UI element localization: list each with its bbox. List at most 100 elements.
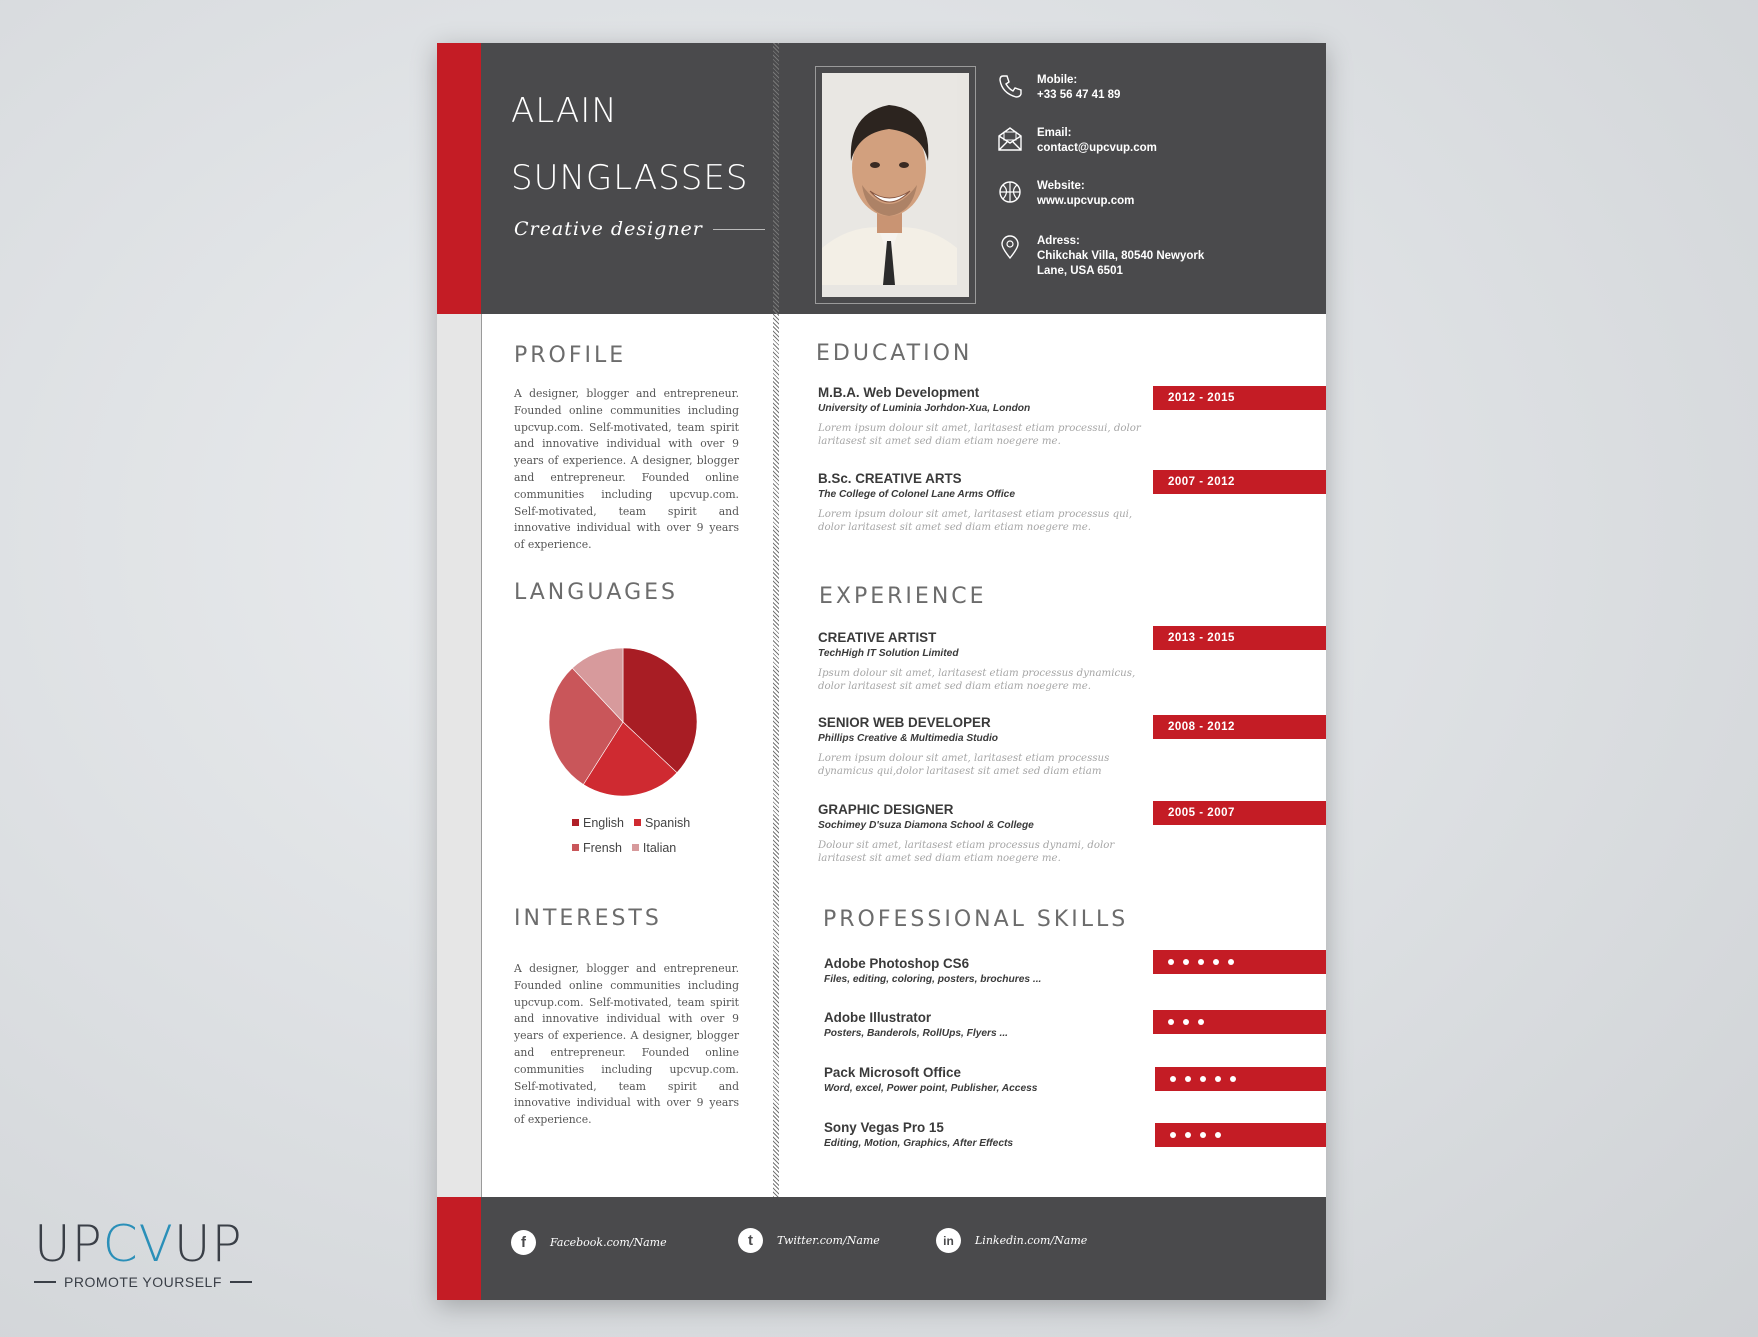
education-item: B.Sc. CREATIVE ARTS The College of Colon…	[818, 470, 1148, 534]
globe-icon	[999, 181, 1021, 203]
resume-sheet: ALAIN SUNGLASSES Creative designer Mobil…	[437, 43, 1326, 1300]
skill-dot	[1213, 959, 1219, 965]
logo-part-highlight: CV	[102, 1215, 174, 1273]
experience-desc: Ipsum dolour sit amet, laritasest etiam …	[818, 668, 1136, 692]
skill-name: Pack Microsoft Office	[824, 1065, 961, 1080]
social-label[interactable]: Twitter.com/Name	[777, 1234, 880, 1247]
skill-details: Files, editing, coloring, posters, broch…	[824, 974, 1042, 985]
skill-dot	[1168, 959, 1174, 965]
accent-bar-bottom	[437, 1197, 481, 1300]
skill-details: Word, excel, Power point, Publisher, Acc…	[824, 1083, 1038, 1094]
education-degree: B.Sc. CREATIVE ARTS	[818, 471, 962, 486]
experience-dates-badge: 2008 - 2012	[1153, 715, 1326, 739]
experience-item: GRAPHIC DESIGNER Sochimey D'suza Diamona…	[818, 801, 1148, 865]
interests-heading: INTERESTS	[514, 906, 662, 931]
first-name: ALAIN	[511, 91, 618, 131]
skill-dot	[1198, 1019, 1204, 1025]
experience-company: TechHigh IT Solution Limited	[818, 648, 959, 659]
skill-dot	[1198, 959, 1204, 965]
legend-entry-frensh: Frensh	[572, 841, 622, 855]
last-name: SUNGLASSES	[511, 158, 749, 198]
facebook-icon: f	[511, 1230, 536, 1255]
skill-dot	[1185, 1076, 1191, 1082]
experience-desc: Lorem ipsum dolour sit amet, laritasest …	[818, 753, 1110, 777]
logo-part: UP	[173, 1215, 243, 1273]
education-school: University of Luminia Jorhdon-Xua, Londo…	[818, 403, 1031, 414]
location-pin-icon	[1001, 235, 1019, 260]
twitter-icon: t	[738, 1228, 763, 1253]
education-desc: Lorem ipsum dolour sit amet, laritasest …	[818, 423, 1141, 447]
brand-logo: UPCVUP PROMOTE YOURSELF	[34, 1218, 252, 1290]
skill-dot	[1200, 1132, 1206, 1138]
contact-label: Website:	[1037, 180, 1085, 192]
experience-dates-badge: 2005 - 2007	[1153, 801, 1326, 825]
skill-dot	[1215, 1132, 1221, 1138]
phone-icon	[999, 75, 1022, 98]
skill-level-bar	[1153, 950, 1326, 974]
languages-heading: LANGUAGES	[514, 580, 678, 605]
legend-label: Italian	[642, 840, 677, 855]
column-divider	[773, 43, 779, 1197]
skill-dot	[1228, 959, 1234, 965]
experience-item: CREATIVE ARTIST TechHigh IT Solution Lim…	[818, 629, 1148, 693]
skill-dot	[1215, 1076, 1221, 1082]
legend-label: Frensh	[583, 840, 622, 855]
role-underline	[712, 228, 765, 230]
logo-part: UP	[34, 1215, 103, 1273]
skill-dot	[1170, 1076, 1176, 1082]
portrait-illustration	[822, 73, 957, 285]
skill-level-bar	[1153, 1010, 1326, 1034]
skill-name: Sony Vegas Pro 15	[824, 1120, 944, 1135]
languages-pie-chart	[548, 647, 698, 797]
social-facebook[interactable]: f Facebook.com/Name	[511, 1230, 667, 1255]
social-label[interactable]: Facebook.com/Name	[550, 1236, 667, 1249]
experience-role: SENIOR WEB DEVELOPER	[818, 715, 991, 730]
skill-dots	[1168, 1010, 1326, 1034]
skill-dot	[1185, 1132, 1191, 1138]
skill-item: Adobe Illustrator Posters, Banderols, Ro…	[824, 1009, 1154, 1042]
interests-text: A designer, blogger and entrepreneur. Fo…	[514, 962, 739, 1127]
experience-desc: Dolour sit amet, laritasest etiam proces…	[818, 840, 1115, 864]
skill-dot	[1183, 1019, 1189, 1025]
skill-level-bar	[1155, 1067, 1326, 1091]
contact-website: Website: www.upcvup.com	[997, 179, 1134, 209]
skill-dots	[1168, 950, 1326, 974]
skill-dot	[1200, 1076, 1206, 1082]
legend-label: Spanish	[645, 815, 691, 830]
skill-dot	[1183, 959, 1189, 965]
skill-dot	[1170, 1132, 1176, 1138]
languages-legend: English Spanish Frensh Italian	[572, 810, 712, 860]
logo-tagline-row: PROMOTE YOURSELF	[34, 1274, 252, 1290]
profile-heading: PROFILE	[514, 343, 627, 368]
contact-value[interactable]: contact@upcvup.com	[1037, 141, 1157, 156]
skill-dot	[1230, 1076, 1236, 1082]
accent-bar-top	[437, 43, 481, 314]
skill-dots	[1170, 1067, 1326, 1091]
experience-heading: EXPERIENCE	[819, 584, 987, 609]
experience-role: GRAPHIC DESIGNER	[818, 802, 954, 817]
experience-company: Phillips Creative & Multimedia Studio	[818, 733, 999, 744]
contact-value: +33 56 47 41 89	[1037, 89, 1121, 101]
skill-dots	[1170, 1123, 1326, 1147]
profile-photo	[822, 73, 969, 297]
contact-address: Adress: Chikchak Villa, 80540 Newyork La…	[997, 234, 1217, 279]
profile-photo-frame	[815, 66, 976, 304]
experience-item: SENIOR WEB DEVELOPER Phillips Creative &…	[818, 714, 1148, 778]
contact-mobile: Mobile: +33 56 47 41 89	[997, 73, 1120, 103]
experience-dates-badge: 2013 - 2015	[1153, 626, 1326, 650]
skill-item: Adobe Photoshop CS6 Files, editing, colo…	[824, 955, 1154, 988]
social-twitter[interactable]: t Twitter.com/Name	[738, 1228, 880, 1253]
skill-item: Sony Vegas Pro 15 Editing, Motion, Graph…	[824, 1119, 1154, 1152]
social-label[interactable]: Linkedin.com/Name	[975, 1234, 1087, 1247]
contact-label: Email:	[1037, 127, 1072, 139]
logo-tagline: PROMOTE YOURSELF	[64, 1274, 222, 1290]
contact-label: Adress:	[1037, 235, 1080, 247]
contact-value[interactable]: www.upcvup.com	[1037, 194, 1134, 209]
email-icon	[998, 127, 1022, 151]
left-margin-strip	[437, 314, 482, 1197]
social-linkedin[interactable]: in Linkedin.com/Name	[936, 1228, 1087, 1253]
education-desc: Lorem ipsum dolour sit amet, laritasest …	[818, 509, 1133, 533]
education-school: The College of Colonel Lane Arms Office	[818, 489, 1015, 500]
skill-details: Posters, Banderols, RollUps, Flyers ...	[824, 1028, 1008, 1039]
role-row: Creative designer	[514, 218, 765, 240]
